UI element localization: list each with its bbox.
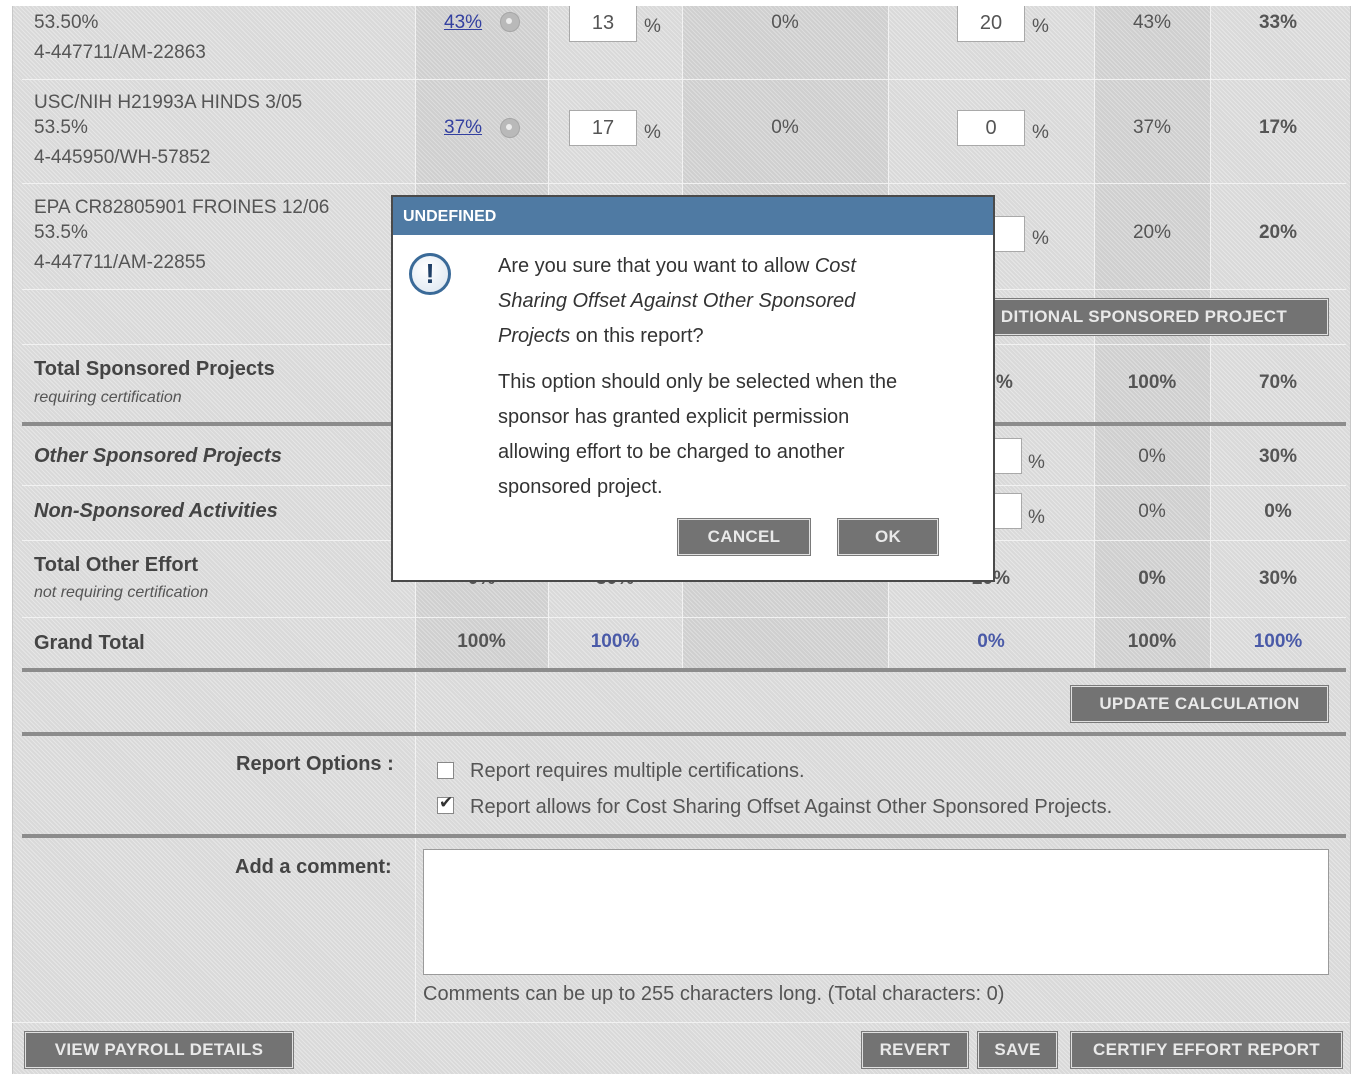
project-account: 4-445950/WH-57852 bbox=[34, 147, 211, 168]
col7-value: 20% bbox=[1258, 222, 1298, 243]
dialog-info: This option should only be selected when… bbox=[498, 371, 898, 498]
dialog-question: Are you sure that you want to allow Cost… bbox=[498, 255, 856, 347]
comment-hint: Comments can be up to 255 characters lon… bbox=[423, 983, 1005, 1005]
dialog-cancel-button[interactable]: CANCEL bbox=[677, 518, 811, 556]
add-sponsored-project-button[interactable]: DITIONAL SPONSORED PROJECT bbox=[959, 298, 1329, 336]
total-sponsored-col5: % bbox=[996, 372, 1013, 393]
revert-button[interactable]: REVERT bbox=[861, 1031, 969, 1069]
col7-value: 17% bbox=[1258, 117, 1298, 138]
percent-sign: % bbox=[644, 16, 661, 37]
update-calculation-button[interactable]: UPDATE CALCULATION bbox=[1070, 685, 1329, 723]
effort-input[interactable]: 13 bbox=[569, 6, 637, 42]
cost-share-input[interactable]: 0 bbox=[957, 110, 1025, 146]
percent-sign: % bbox=[1032, 122, 1049, 143]
exclamation-icon: ! bbox=[409, 253, 451, 295]
percent-sign: % bbox=[644, 122, 661, 143]
percent-sign: % bbox=[1032, 16, 1049, 37]
col6-value: 20% bbox=[1132, 222, 1172, 243]
section-divider bbox=[22, 668, 1346, 672]
non-sponsored-col7: 0% bbox=[1264, 501, 1292, 522]
percent-sign: % bbox=[1028, 452, 1045, 473]
other-sponsored-col7: 30% bbox=[1258, 446, 1298, 467]
magnifier-icon[interactable] bbox=[500, 118, 520, 138]
magnifier-icon[interactable] bbox=[500, 12, 520, 32]
multiple-certifications-checkbox[interactable] bbox=[437, 762, 454, 779]
comment-textarea[interactable] bbox=[423, 849, 1329, 975]
dialog-ok-button[interactable]: OK bbox=[837, 518, 939, 556]
total-sponsored-label: Total Sponsored Projects bbox=[34, 358, 275, 380]
grid-h bbox=[22, 79, 1346, 80]
col7-value: 33% bbox=[1258, 12, 1298, 33]
total-other-col6: 0% bbox=[1138, 568, 1166, 589]
project-percent: 53.50% bbox=[34, 12, 99, 33]
confirm-dialog: UNDEFINED ! Are you sure that you want t… bbox=[391, 195, 995, 582]
section-divider bbox=[22, 834, 1346, 838]
cost-share-value: 0% bbox=[771, 12, 799, 33]
grand-total-col3: 100% bbox=[590, 631, 640, 652]
dialog-title: UNDEFINED bbox=[393, 197, 993, 235]
project-name: EPA CR82805901 FROINES 12/06 bbox=[34, 197, 330, 218]
other-sponsored-label: Other Sponsored Projects bbox=[34, 445, 282, 467]
cost-share-input[interactable]: 20 bbox=[957, 6, 1025, 42]
report-options-label: Report Options : bbox=[236, 753, 394, 775]
project-account: 4-447711/AM-22863 bbox=[34, 42, 206, 63]
percent-sign: % bbox=[1028, 507, 1045, 528]
grid-h bbox=[22, 617, 1346, 618]
cost-share-value: 0% bbox=[771, 117, 799, 138]
certify-effort-report-button[interactable]: CERTIFY EFFORT REPORT bbox=[1070, 1031, 1343, 1069]
total-other-col7: 30% bbox=[1258, 568, 1298, 589]
percent-sign: % bbox=[1032, 228, 1049, 249]
effort-input[interactable]: 17 bbox=[569, 110, 637, 146]
grand-total-col6: 100% bbox=[1127, 631, 1177, 652]
grand-total-col7: 100% bbox=[1253, 631, 1303, 652]
total-other-label: Total Other Effort bbox=[34, 554, 199, 576]
total-sponsored-sublabel: requiring certification bbox=[34, 389, 182, 406]
cost-sharing-offset-label: Report allows for Cost Sharing Offset Ag… bbox=[470, 796, 1113, 818]
total-other-sublabel: not requiring certification bbox=[34, 584, 209, 601]
total-sponsored-col7: 70% bbox=[1258, 372, 1298, 393]
other-sponsored-col6: 0% bbox=[1138, 446, 1166, 467]
project-account: 4-447711/AM-22855 bbox=[34, 252, 206, 273]
grand-total-label: Grand Total bbox=[34, 632, 145, 654]
total-sponsored-col6: 100% bbox=[1127, 372, 1177, 393]
grid-h bbox=[12, 1022, 1349, 1023]
section-divider bbox=[22, 732, 1346, 736]
project-percent: 53.5% bbox=[34, 222, 88, 243]
project-percent: 53.5% bbox=[34, 117, 88, 138]
payroll-percent-link[interactable]: 43% bbox=[444, 12, 482, 34]
view-payroll-details-button[interactable]: VIEW PAYROLL DETAILS bbox=[24, 1031, 294, 1069]
grand-total-col2: 100% bbox=[457, 631, 506, 652]
multiple-certifications-label: Report requires multiple certifications. bbox=[470, 760, 805, 782]
project-name: USC/NIH H21993A HINDS 3/05 bbox=[34, 92, 303, 113]
add-comment-label: Add a comment: bbox=[235, 856, 392, 878]
cost-sharing-offset-checkbox[interactable]: ✔ bbox=[437, 793, 454, 814]
grid-h bbox=[22, 183, 1346, 184]
save-button[interactable]: SAVE bbox=[977, 1031, 1058, 1069]
non-sponsored-col6: 0% bbox=[1138, 501, 1166, 522]
non-sponsored-label: Non-Sponsored Activities bbox=[34, 500, 278, 522]
col6-value: 43% bbox=[1132, 12, 1172, 33]
col6-value: 37% bbox=[1132, 117, 1172, 138]
payroll-percent-link[interactable]: 37% bbox=[444, 117, 482, 139]
grand-total-col5: 0% bbox=[977, 631, 1005, 652]
checkmark-icon: ✔ bbox=[439, 793, 454, 812]
